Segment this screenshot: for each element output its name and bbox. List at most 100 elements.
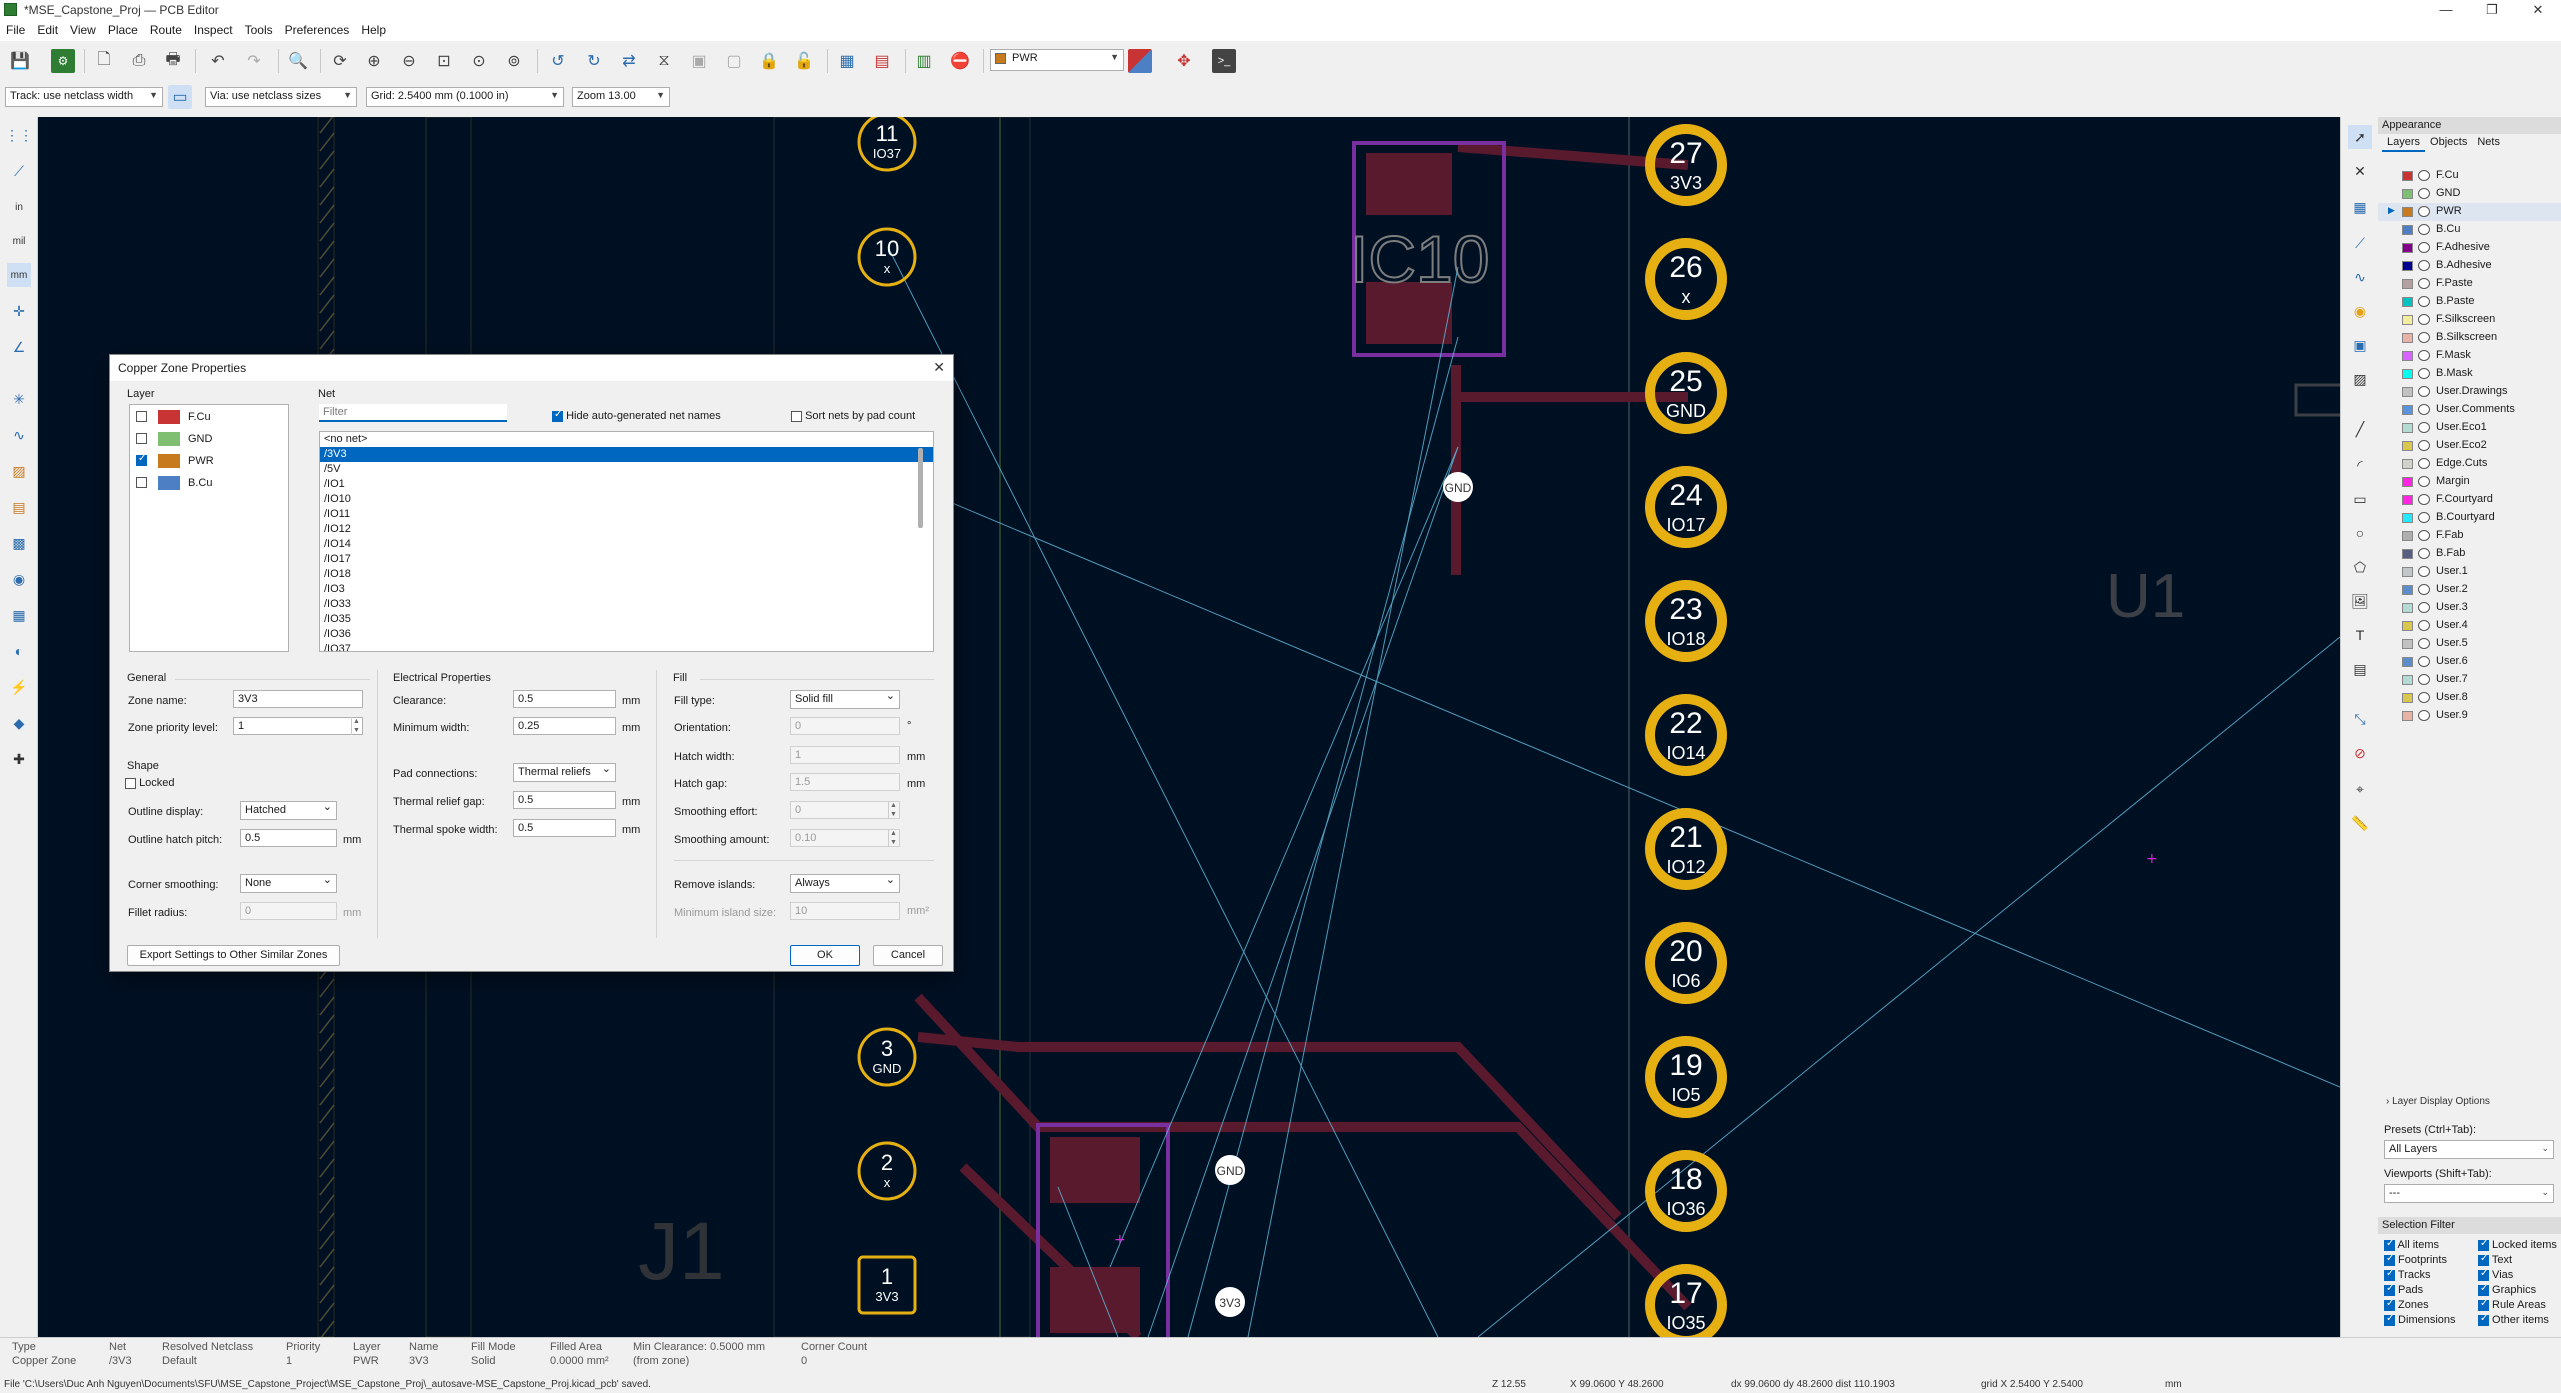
layer-row[interactable]: User.Eco1 xyxy=(2378,419,2561,437)
zone-layer-row[interactable]: GND xyxy=(134,431,284,449)
units-mils-button[interactable]: mil xyxy=(7,229,31,253)
ratsnest-icon[interactable]: ✳ xyxy=(7,387,31,411)
footprint-editor-icon[interactable]: ✥ xyxy=(1172,49,1196,73)
zoom-in-icon[interactable]: ⊕ xyxy=(362,49,386,73)
zoom-objects-icon[interactable]: ⊙ xyxy=(467,49,491,73)
visibility-eye-icon[interactable] xyxy=(2418,296,2430,307)
menu-place[interactable]: Place xyxy=(102,20,144,40)
layer-color-swatch[interactable] xyxy=(2402,675,2413,685)
layer-color-swatch[interactable] xyxy=(2402,477,2413,487)
locked-checkbox[interactable]: Locked xyxy=(125,777,175,789)
angle-constraint-icon[interactable]: ∠ xyxy=(7,335,31,359)
visibility-eye-icon[interactable] xyxy=(2418,602,2430,613)
pad-connections-select[interactable]: Thermal reliefs xyxy=(513,762,616,782)
add-text-icon[interactable]: T xyxy=(2348,623,2372,647)
layer-row[interactable]: B.Courtyard xyxy=(2378,509,2561,527)
layer-color-swatch[interactable] xyxy=(2402,603,2413,613)
units-mm-button[interactable]: mm xyxy=(7,263,31,287)
sort-by-pad-checkbox[interactable]: Sort nets by pad count xyxy=(791,410,915,422)
layer-color-swatch[interactable] xyxy=(2402,261,2413,271)
visibility-eye-icon[interactable] xyxy=(2418,314,2430,325)
menu-edit[interactable]: Edit xyxy=(31,20,64,40)
visibility-eye-icon[interactable] xyxy=(2418,548,2430,559)
selection-filter-checkbox[interactable]: Vias xyxy=(2478,1268,2513,1281)
layer-color-swatch[interactable] xyxy=(2402,207,2413,217)
layer-color-swatch[interactable] xyxy=(2402,459,2413,469)
smoothing-effort-input[interactable]: 0 xyxy=(790,801,900,819)
visibility-eye-icon[interactable] xyxy=(2418,674,2430,685)
mirror-icon[interactable]: ⧖ xyxy=(652,49,676,73)
menu-file[interactable]: File xyxy=(0,20,31,40)
undo-icon[interactable]: ↶ xyxy=(206,49,230,73)
layer-row[interactable]: User.4 xyxy=(2378,617,2561,635)
pad-display-icon[interactable]: ▩ xyxy=(7,531,31,555)
tab-layers[interactable]: Layers xyxy=(2382,134,2426,152)
curved-ratsnest-icon[interactable]: ∿ xyxy=(7,423,31,447)
tab-objects[interactable]: Objects xyxy=(2425,134,2472,150)
selection-filter-checkbox[interactable]: All items xyxy=(2384,1238,2439,1251)
tab-nets[interactable]: Nets xyxy=(2472,134,2505,150)
auto-track-width-icon[interactable]: ▭ xyxy=(168,85,192,109)
add-zone-icon[interactable]: ▣ xyxy=(2348,333,2372,357)
layer-color-swatch[interactable] xyxy=(2402,639,2413,649)
lock-icon[interactable]: 🔒 xyxy=(757,49,781,73)
draw-polygon-icon[interactable]: ⬠ xyxy=(2348,555,2372,579)
selection-filter-checkbox[interactable]: Other items xyxy=(2478,1313,2549,1326)
orientation-input[interactable]: 0 xyxy=(790,717,900,735)
zone-layer-checkbox[interactable] xyxy=(136,411,147,422)
net-list-item[interactable]: /IO10 xyxy=(320,492,933,507)
layer-manager-icon[interactable]: ◆ xyxy=(7,711,31,735)
min-width-input[interactable]: 0.25 xyxy=(513,717,616,735)
visibility-eye-icon[interactable] xyxy=(2418,494,2430,505)
layer-color-swatch[interactable] xyxy=(2402,171,2413,181)
net-color-icon[interactable]: ⚡ xyxy=(7,675,31,699)
layer-row[interactable]: User.7 xyxy=(2378,671,2561,689)
cancel-button[interactable]: Cancel xyxy=(873,945,943,966)
visibility-eye-icon[interactable] xyxy=(2418,476,2430,487)
net-list-item[interactable]: /IO35 xyxy=(320,612,933,627)
layer-row[interactable]: User.2 xyxy=(2378,581,2561,599)
net-list-item[interactable]: /IO1 xyxy=(320,477,933,492)
hatch-gap-input[interactable]: 1.5 xyxy=(790,773,900,791)
net-list-item[interactable]: <no net> xyxy=(320,432,933,447)
viewports-select[interactable]: --- ⌄ xyxy=(2384,1184,2554,1203)
rotate-cw-icon[interactable]: ↻ xyxy=(582,49,606,73)
zone-fill-icon[interactable]: ▨ xyxy=(7,459,31,483)
draw-arc-icon[interactable]: ◜ xyxy=(2348,453,2372,477)
visibility-eye-icon[interactable] xyxy=(2418,206,2430,217)
remove-islands-select[interactable]: Always xyxy=(790,873,900,893)
layer-color-swatch[interactable] xyxy=(2402,621,2413,631)
layer-row[interactable]: F.Mask xyxy=(2378,347,2561,365)
layer-row[interactable]: User.5 xyxy=(2378,635,2561,653)
menu-view[interactable]: View xyxy=(64,20,102,40)
smoothing-effort-spinner[interactable]: ▲ ▼ xyxy=(888,801,898,819)
scripting-icon[interactable]: ▥ xyxy=(912,49,936,73)
layer-color-swatch[interactable] xyxy=(2402,369,2413,379)
layer-color-swatch[interactable] xyxy=(2402,567,2413,577)
layer-row[interactable]: User.Eco2 xyxy=(2378,437,2561,455)
menu-route[interactable]: Route xyxy=(144,20,188,40)
zoom-selection-icon[interactable]: ⊚ xyxy=(502,49,526,73)
min-island-size-input[interactable]: 10 xyxy=(790,902,900,920)
flip-icon[interactable]: ⇄ xyxy=(617,49,641,73)
scripting-console-icon[interactable]: >_ xyxy=(1212,49,1236,73)
zoom-fit-icon[interactable]: ⊡ xyxy=(432,49,456,73)
rotate-ccw-icon[interactable]: ↺ xyxy=(546,49,570,73)
layer-color-swatch[interactable] xyxy=(2402,495,2413,505)
layer-row[interactable]: ▶ PWR xyxy=(2378,203,2561,221)
zone-layer-checkbox[interactable] xyxy=(136,433,147,444)
selection-filter-checkbox[interactable]: Footprints xyxy=(2384,1253,2447,1266)
add-via-icon[interactable]: ◉ xyxy=(2348,299,2372,323)
selection-filter-checkbox[interactable]: Rule Areas xyxy=(2478,1298,2546,1311)
layer-color-swatch[interactable] xyxy=(2402,405,2413,415)
layer-row[interactable]: F.Paste xyxy=(2378,275,2561,293)
layer-row[interactable]: F.Silkscreen xyxy=(2378,311,2561,329)
net-list-item[interactable]: /IO3 xyxy=(320,582,933,597)
layer-color-swatch[interactable] xyxy=(2402,423,2413,433)
track-width-select[interactable]: Track: use netclass width ▼ xyxy=(5,87,163,107)
layer-row[interactable]: F.Fab xyxy=(2378,527,2561,545)
add-image-icon[interactable]: 🖼 xyxy=(2348,589,2372,613)
layer-color-swatch[interactable] xyxy=(2402,513,2413,523)
net-list-item[interactable]: /IO36 xyxy=(320,627,933,642)
page-settings-icon[interactable]: 🗋 xyxy=(92,49,116,73)
